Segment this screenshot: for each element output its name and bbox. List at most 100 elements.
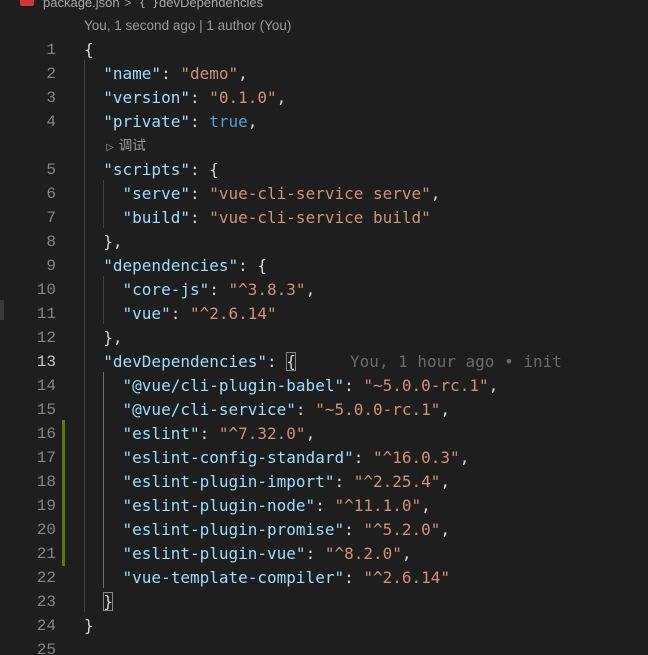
json-punctuation: :	[267, 352, 287, 371]
code-line[interactable]: 5 "scripts": {	[0, 158, 648, 182]
json-punctuation: :	[189, 112, 210, 131]
line-code: "eslint-plugin-vue": "^8.2.0",	[84, 542, 412, 566]
line-number: 13	[36, 353, 56, 371]
line-code: {	[84, 38, 94, 62]
breadcrumb-symbol[interactable]: devDependencies	[159, 0, 263, 9]
code-line[interactable]: 23 }	[0, 590, 648, 614]
code-line[interactable]: 25	[0, 638, 648, 655]
line-code: "scripts": {	[84, 158, 219, 182]
code-line[interactable]: 7 "build": "vue-cli-service build"	[0, 206, 648, 230]
line-number: 12	[36, 329, 56, 347]
codelens-blame[interactable]: You, 1 second ago | 1 author (You)	[84, 17, 291, 35]
json-punctuation	[84, 448, 123, 467]
json-punctuation	[84, 256, 103, 275]
json-key: "@vue/cli-plugin-babel"	[122, 376, 345, 395]
json-string: "^2.25.4"	[353, 472, 441, 491]
json-key: "eslint-plugin-vue"	[122, 544, 306, 563]
json-key: "@vue/cli-service"	[122, 400, 296, 419]
line-code: }	[84, 614, 94, 638]
line-number: 10	[36, 281, 56, 299]
code-line[interactable]: 24}	[0, 614, 648, 638]
line-number: 3	[46, 89, 56, 107]
line-code: }	[84, 590, 113, 614]
line-number: 17	[36, 449, 56, 467]
line-code: "name": "demo",	[84, 62, 248, 86]
json-punctuation: :	[189, 184, 210, 203]
line-number: 23	[36, 593, 56, 611]
line-number: 6	[46, 185, 56, 203]
json-punctuation: : {	[238, 256, 268, 275]
line-code: "vue": "^2.6.14"	[84, 302, 277, 326]
code-line[interactable]: 8 },	[0, 230, 648, 254]
line-code: },	[84, 230, 122, 254]
line-code: "eslint-plugin-import": "^2.25.4",	[84, 470, 451, 494]
json-punctuation	[84, 592, 103, 611]
json-string: "^2.6.14"	[189, 304, 277, 323]
json-punctuation: }	[84, 616, 94, 635]
json-punctuation: : {	[189, 160, 219, 179]
code-line[interactable]: 10 "core-js": "^3.8.3",	[0, 278, 648, 302]
line-number: 21	[36, 545, 56, 563]
code-line[interactable]: 22 "vue-template-compiler": "^2.6.14"	[0, 566, 648, 590]
json-boolean: true	[209, 112, 248, 131]
json-key: "version"	[103, 88, 190, 107]
json-key: "name"	[103, 64, 162, 83]
json-punctuation: ,	[276, 88, 287, 107]
code-line[interactable]: 17 "eslint-config-standard": "^16.0.3",	[0, 446, 648, 470]
codelens-debug[interactable]: ▷ 调试	[106, 137, 146, 155]
code-editor[interactable]: package.json > { } devDependencies You, …	[0, 0, 648, 655]
code-line[interactable]: 16 "eslint": "^7.32.0",	[0, 422, 648, 446]
code-line[interactable]: 14 "@vue/cli-plugin-babel": "~5.0.0-rc.1…	[0, 374, 648, 398]
object-braces-icon: { }	[139, 0, 159, 9]
json-punctuation	[84, 376, 123, 395]
code-line[interactable]: 3 "version": "0.1.0",	[0, 86, 648, 110]
code-line[interactable]: 1{	[0, 38, 648, 62]
json-string: "^3.8.3"	[228, 280, 306, 299]
code-line[interactable]: 21 "eslint-plugin-vue": "^8.2.0",	[0, 542, 648, 566]
code-line[interactable]: 13 "devDependencies": { You, 1 hour ago •…	[0, 350, 648, 374]
json-punctuation: :	[353, 448, 373, 467]
inline-blame: You, 1 hour ago • init	[349, 352, 562, 371]
json-key: "eslint-plugin-promise"	[122, 520, 345, 539]
code-line[interactable]: 20 "eslint-plugin-promise": "^5.2.0",	[0, 518, 648, 542]
json-punctuation	[84, 520, 123, 539]
line-code: "dependencies": {	[84, 254, 267, 278]
json-punctuation: :	[199, 424, 219, 443]
matched-bracket: }	[103, 592, 113, 611]
json-key: "serve"	[122, 184, 190, 203]
json-punctuation: ,	[305, 424, 316, 443]
json-punctuation	[84, 424, 123, 443]
code-line[interactable]: 11 "vue": "^2.6.14"	[0, 302, 648, 326]
code-line[interactable]: 18 "eslint-plugin-import": "^2.25.4",	[0, 470, 648, 494]
json-string: "^5.2.0"	[363, 520, 441, 539]
code-line[interactable]: 12 },	[0, 326, 648, 350]
line-number: 20	[36, 521, 56, 539]
code-line[interactable]: 4 "private": true,	[0, 110, 648, 134]
json-punctuation: ,	[430, 184, 441, 203]
json-string: "~5.0.0-rc.1"	[363, 376, 489, 395]
json-punctuation: {	[84, 40, 94, 59]
code-line[interactable]: 9 "dependencies": {	[0, 254, 648, 278]
json-string: "^16.0.3"	[372, 448, 460, 467]
line-number: 24	[36, 617, 56, 635]
code-line[interactable]: 2 "name": "demo",	[0, 62, 648, 86]
matched-bracket: {	[286, 352, 296, 371]
json-punctuation: },	[84, 328, 123, 347]
code-line[interactable]: 19 "eslint-plugin-node": "^11.1.0",	[0, 494, 648, 518]
json-string: "~5.0.0-rc.1"	[315, 400, 441, 419]
code-line[interactable]: 6 "serve": "vue-cli-service serve",	[0, 182, 648, 206]
breadcrumb-file[interactable]: package.json	[43, 0, 120, 9]
json-punctuation: :	[170, 304, 190, 323]
json-key: "scripts"	[103, 160, 190, 179]
json-string: "vue-cli-service build"	[209, 208, 431, 227]
json-punctuation: :	[161, 64, 181, 83]
json-string: "^2.6.14"	[363, 568, 451, 587]
json-key: "devDependencies"	[103, 352, 268, 371]
json-punctuation: ,	[305, 280, 316, 299]
json-punctuation	[84, 112, 103, 131]
line-code: "eslint": "^7.32.0",	[84, 422, 316, 446]
line-code: "serve": "vue-cli-service serve",	[84, 182, 441, 206]
json-key: "private"	[103, 112, 190, 131]
code-line[interactable]: 15 "@vue/cli-service": "~5.0.0-rc.1",	[0, 398, 648, 422]
json-key: "eslint-plugin-node"	[122, 496, 316, 515]
